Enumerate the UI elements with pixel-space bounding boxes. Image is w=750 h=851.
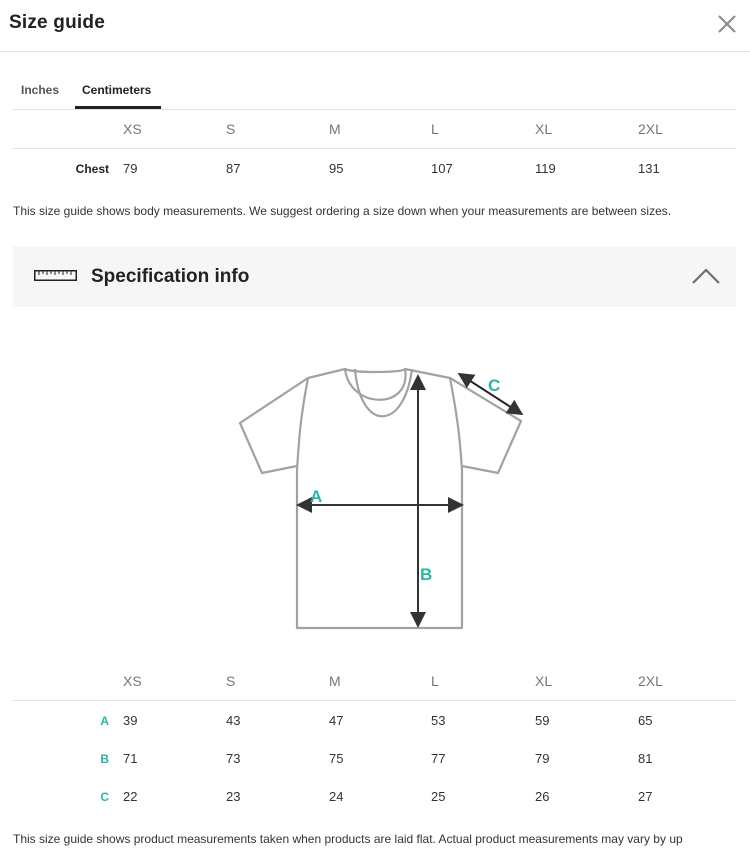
row-label-a: A: [100, 714, 109, 728]
size-header: XL: [535, 121, 553, 137]
table-cell: 73: [226, 751, 241, 766]
table-cell: 24: [329, 789, 344, 804]
tab-centimeters[interactable]: Centimeters: [82, 83, 151, 97]
row-label-chest: Chest: [75, 162, 109, 176]
table-cell: 65: [638, 713, 653, 728]
table-cell: 107: [431, 161, 453, 176]
table-cell: 39: [123, 713, 138, 728]
body-measurements-note: This size guide shows body measurements.…: [13, 204, 672, 218]
table-cell: 95: [329, 161, 344, 176]
close-icon: [718, 15, 736, 33]
table-cell: 25: [431, 789, 446, 804]
table-cell: 87: [226, 161, 241, 176]
size-header: XS: [123, 121, 142, 137]
table-cell: 79: [535, 751, 550, 766]
tab-inches[interactable]: Inches: [21, 83, 59, 97]
size-header: 2XL: [638, 121, 663, 137]
ruler-icon: [34, 270, 77, 281]
table-cell: 43: [226, 713, 241, 728]
table-cell: 47: [329, 713, 344, 728]
row-label-c: C: [100, 790, 109, 804]
row-label-b: B: [100, 752, 109, 766]
size-header: XL: [535, 673, 553, 689]
size-header: 2XL: [638, 673, 663, 689]
size-header: L: [431, 121, 439, 137]
product-measurements-note: This size guide shows product measuremen…: [13, 832, 683, 846]
table-cell: 131: [638, 161, 660, 176]
unit-tabs: Inches Centimeters: [13, 76, 736, 110]
table-cell: 53: [431, 713, 446, 728]
table-row: Chest 79 87 95 107 119 131: [13, 149, 736, 187]
diagram-label-b: B: [420, 565, 432, 584]
table-cell: 79: [123, 161, 138, 176]
product-size-table: XS S M L XL 2XL A 39 43 47 53 59 65 B 71…: [13, 662, 736, 815]
modal-header: Size guide: [0, 0, 750, 52]
size-header: XS: [123, 673, 142, 689]
table-header-row: XS S M L XL 2XL: [13, 662, 736, 701]
table-cell: 119: [535, 161, 556, 176]
tshirt-measurement-diagram: A B C: [238, 367, 524, 630]
close-button[interactable]: [716, 13, 738, 35]
table-cell: 75: [329, 751, 344, 766]
table-cell: 27: [638, 789, 653, 804]
table-row: C 22 23 24 25 26 27: [13, 777, 736, 815]
diagram-label-c: C: [488, 376, 500, 395]
table-cell: 77: [431, 751, 446, 766]
size-header: M: [329, 121, 341, 137]
modal-title: Size guide: [9, 12, 105, 33]
size-header: S: [226, 121, 236, 137]
chevron-up-icon: [692, 268, 720, 284]
body-size-table: XS S M L XL 2XL Chest 79 87 95 107 119 1…: [13, 110, 736, 187]
specification-accordion-toggle[interactable]: Specification info: [13, 246, 736, 307]
size-header: L: [431, 673, 439, 689]
table-cell: 26: [535, 789, 550, 804]
table-row: B 71 73 75 77 79 81: [13, 739, 736, 777]
diagram-label-a: A: [310, 487, 322, 506]
table-cell: 59: [535, 713, 550, 728]
table-cell: 81: [638, 751, 653, 766]
table-cell: 22: [123, 789, 138, 804]
table-cell: 71: [123, 751, 138, 766]
specification-title: Specification info: [91, 266, 250, 287]
tshirt-outline: [238, 367, 523, 630]
table-header-row: XS S M L XL 2XL: [13, 110, 736, 149]
size-header: M: [329, 673, 341, 689]
table-row: A 39 43 47 53 59 65: [13, 701, 736, 739]
table-cell: 23: [226, 789, 241, 804]
active-tab-indicator: [75, 106, 161, 109]
size-header: S: [226, 673, 236, 689]
